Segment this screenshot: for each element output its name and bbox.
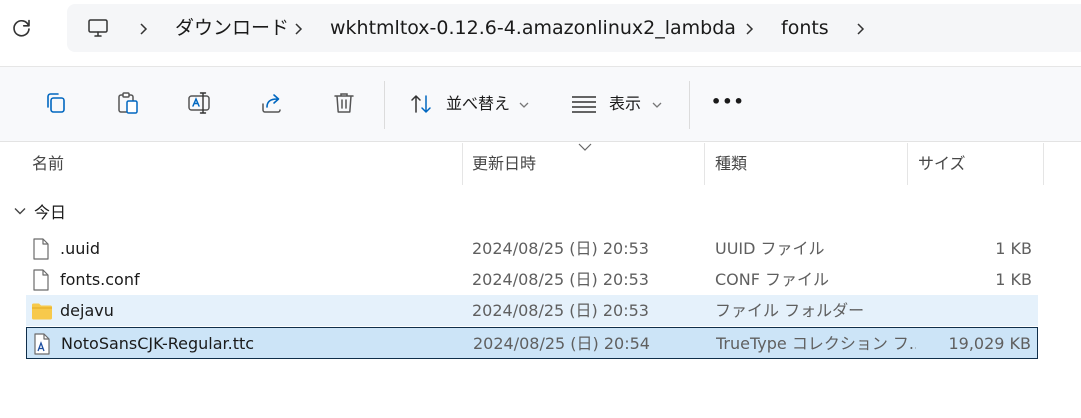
paste-icon bbox=[118, 92, 138, 114]
share-icon bbox=[262, 94, 281, 113]
toolbar-divider bbox=[689, 81, 690, 129]
file-name: dejavu bbox=[60, 301, 114, 320]
chevron-down-icon bbox=[652, 102, 662, 108]
file-type: CONF ファイル bbox=[715, 270, 830, 289]
file-row[interactable]: .uuid 2024/08/25 (日) 20:53 UUID ファイル 1 K… bbox=[26, 233, 1038, 264]
copy-icon bbox=[47, 93, 65, 113]
column-header-size[interactable]: サイズ bbox=[918, 154, 966, 174]
column-divider[interactable] bbox=[704, 143, 705, 185]
sort-indicator-icon bbox=[578, 143, 592, 151]
file-type: TrueType コレクション フ... bbox=[716, 334, 916, 353]
chevron-down-icon bbox=[519, 102, 529, 108]
paste-button[interactable] bbox=[114, 89, 142, 117]
chevron-down-icon bbox=[14, 208, 26, 215]
folder-row[interactable]: dejavu 2024/08/25 (日) 20:53 ファイル フォルダー bbox=[26, 295, 1038, 326]
command-bar: 並べ替え 表示 ••• bbox=[0, 66, 1081, 142]
file-name: .uuid bbox=[60, 239, 100, 258]
this-pc-icon[interactable] bbox=[87, 17, 109, 39]
file-row[interactable]: fonts.conf 2024/08/25 (日) 20:53 CONF ファイ… bbox=[26, 264, 1038, 295]
file-modified: 2024/08/25 (日) 20:53 bbox=[472, 270, 649, 289]
file-size: 1 KB bbox=[995, 239, 1032, 258]
more-options-button[interactable]: ••• bbox=[711, 92, 745, 112]
file-type: ファイル フォルダー bbox=[715, 301, 865, 320]
delete-button[interactable] bbox=[330, 89, 358, 117]
breadcrumb-chevron-icon[interactable] bbox=[744, 22, 754, 36]
column-header-type[interactable]: 種類 bbox=[715, 154, 747, 174]
column-divider[interactable] bbox=[1043, 143, 1044, 185]
breadcrumb-downloads[interactable]: ダウンロード bbox=[175, 17, 289, 39]
column-header-name[interactable]: 名前 bbox=[32, 154, 64, 174]
file-modified: 2024/08/25 (日) 20:53 bbox=[472, 301, 649, 320]
breadcrumb-chevron-icon[interactable] bbox=[293, 22, 303, 36]
file-name: NotoSansCJK-Regular.ttc bbox=[61, 334, 255, 353]
group-label: 今日 bbox=[34, 203, 67, 222]
file-modified: 2024/08/25 (日) 20:53 bbox=[472, 239, 649, 258]
file-name: fonts.conf bbox=[60, 270, 140, 289]
file-modified: 2024/08/25 (日) 20:54 bbox=[473, 334, 650, 353]
file-icon bbox=[33, 238, 49, 260]
sort-label: 並べ替え bbox=[446, 94, 511, 113]
column-divider[interactable] bbox=[907, 143, 908, 185]
column-divider[interactable] bbox=[462, 143, 463, 185]
view-list-icon bbox=[572, 96, 596, 113]
column-header-row: 名前 更新日時 種類 サイズ bbox=[0, 143, 1081, 185]
group-header-today[interactable]: 今日 bbox=[14, 200, 66, 222]
view-label: 表示 bbox=[609, 94, 642, 113]
file-size: 19,029 KB bbox=[948, 334, 1031, 353]
file-type: UUID ファイル bbox=[715, 239, 825, 258]
file-row-selected[interactable]: NotoSansCJK-Regular.ttc 2024/08/25 (日) 2… bbox=[26, 327, 1038, 359]
share-button[interactable] bbox=[258, 89, 286, 117]
breadcrumb-chevron-icon[interactable] bbox=[855, 22, 865, 36]
copy-button[interactable] bbox=[42, 89, 70, 117]
file-icon bbox=[33, 269, 49, 291]
trash-icon bbox=[334, 93, 354, 113]
sort-icon bbox=[411, 95, 431, 113]
folder-icon bbox=[32, 303, 52, 320]
rename-icon bbox=[188, 92, 210, 114]
font-file-icon bbox=[34, 333, 50, 355]
file-size: 1 KB bbox=[995, 270, 1032, 289]
refresh-icon[interactable] bbox=[11, 17, 33, 39]
breadcrumb-wkhtmltox[interactable]: wkhtmltox-0.12.6-4.amazonlinux2_lambda bbox=[330, 17, 736, 39]
breadcrumb-chevron-icon[interactable] bbox=[138, 22, 148, 36]
column-header-modified[interactable]: 更新日時 bbox=[472, 154, 536, 174]
breadcrumb-fonts[interactable]: fonts bbox=[781, 17, 829, 39]
toolbar-divider bbox=[384, 81, 385, 129]
address-bar-area: ダウンロード wkhtmltox-0.12.6-4.amazonlinux2_l… bbox=[0, 0, 1081, 66]
address-bar[interactable]: ダウンロード wkhtmltox-0.12.6-4.amazonlinux2_l… bbox=[67, 4, 1081, 52]
rename-button[interactable] bbox=[186, 89, 214, 117]
